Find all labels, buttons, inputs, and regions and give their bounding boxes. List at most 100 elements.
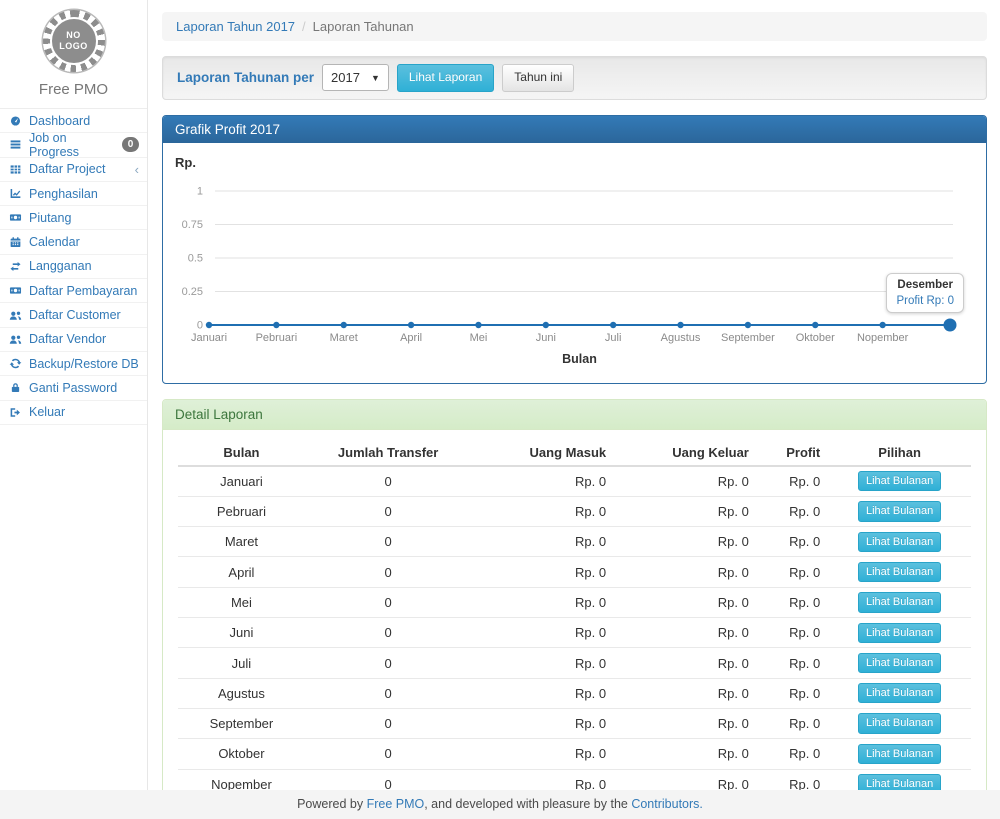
cell-uang-masuk: Rp. 0 — [471, 618, 614, 648]
cell-bulan: Januari — [178, 466, 305, 497]
cell-uang-keluar: Rp. 0 — [614, 678, 757, 708]
lihat-bulanan-button[interactable]: Lihat Bulanan — [858, 562, 941, 582]
chart-point[interactable] — [610, 321, 616, 327]
chart-point[interactable] — [475, 321, 481, 327]
retweet-icon — [8, 260, 23, 273]
sidebar-item-daftar-vendor[interactable]: Daftar Vendor — [0, 328, 147, 352]
cell-profit: Rp. 0 — [757, 527, 828, 557]
cell-profit: Rp. 0 — [757, 496, 828, 526]
calendar-icon — [8, 236, 23, 249]
sidebar-item-backup-restore-db[interactable]: Backup/Restore DB — [0, 352, 147, 376]
tahun-ini-button[interactable]: Tahun ini — [502, 64, 574, 92]
cell-uang-masuk: Rp. 0 — [471, 708, 614, 738]
table-row: Januari0Rp. 0Rp. 0Rp. 0Lihat Bulanan — [178, 466, 971, 497]
sidebar-item-label: Piutang — [29, 211, 71, 225]
lihat-bulanan-button[interactable]: Lihat Bulanan — [858, 471, 941, 491]
lock-icon — [8, 381, 23, 394]
year-select[interactable]: 2017 ▼ — [322, 64, 389, 91]
lihat-bulanan-button[interactable]: Lihat Bulanan — [858, 592, 941, 612]
lihat-bulanan-button[interactable]: Lihat Bulanan — [858, 653, 941, 673]
sidebar-item-calendar[interactable]: Calendar — [0, 230, 147, 254]
chart-point[interactable] — [408, 321, 414, 327]
cell-pilihan: Lihat Bulanan — [828, 708, 971, 738]
year-select-value: 2017 — [331, 70, 360, 85]
col-header-bulan: Bulan — [178, 440, 305, 466]
chart-point[interactable] — [341, 321, 347, 327]
tasks-icon — [8, 138, 23, 151]
sidebar-item-daftar-customer[interactable]: Daftar Customer — [0, 303, 147, 327]
breadcrumb-separator: / — [302, 19, 306, 34]
sidebar-item-keluar[interactable]: Keluar — [0, 401, 147, 425]
cell-uang-masuk: Rp. 0 — [471, 648, 614, 678]
sidebar-item-daftar-pembayaran[interactable]: Daftar Pembayaran — [0, 279, 147, 303]
chart-point[interactable] — [206, 321, 212, 327]
lihat-laporan-button[interactable]: Lihat Laporan — [397, 64, 494, 92]
breadcrumb-current: Laporan Tahunan — [313, 19, 414, 34]
filter-label: Laporan Tahunan per — [177, 70, 314, 85]
cell-uang-masuk: Rp. 0 — [471, 527, 614, 557]
contributors-link[interactable]: Contributors. — [631, 797, 703, 811]
cell-profit: Rp. 0 — [757, 466, 828, 497]
table-row: Mei0Rp. 0Rp. 0Rp. 0Lihat Bulanan — [178, 587, 971, 617]
lihat-bulanan-button[interactable]: Lihat Bulanan — [858, 532, 941, 552]
cell-profit: Rp. 0 — [757, 678, 828, 708]
chart-point[interactable] — [812, 321, 818, 327]
lihat-bulanan-button[interactable]: Lihat Bulanan — [858, 744, 941, 764]
sign-out-icon — [8, 406, 23, 419]
footer-text-middle: , and developed with pleasure by the — [424, 797, 631, 811]
users-icon — [8, 333, 23, 346]
cell-profit: Rp. 0 — [757, 708, 828, 738]
sidebar-item-piutang[interactable]: Piutang — [0, 206, 147, 230]
lihat-bulanan-button[interactable]: Lihat Bulanan — [858, 623, 941, 643]
breadcrumb: Laporan Tahun 2017 / Laporan Tahunan — [162, 12, 987, 41]
sidebar-item-job-on-progress[interactable]: Job on Progress0 — [0, 133, 147, 157]
col-header-profit: Profit — [757, 440, 828, 466]
chart-point[interactable] — [273, 321, 279, 327]
money-icon — [8, 284, 23, 297]
cell-uang-keluar: Rp. 0 — [614, 557, 757, 587]
chart-point[interactable] — [745, 321, 751, 327]
y-axis-tick-label: 1 — [197, 185, 203, 197]
sidebar: NO LOGO Free PMO DashboardJob on Progres… — [0, 0, 148, 790]
cell-bulan: Oktober — [178, 739, 305, 769]
chart-point[interactable] — [677, 321, 683, 327]
sidebar-item-penghasilan[interactable]: Penghasilan — [0, 182, 147, 206]
cell-bulan: Pebruari — [178, 496, 305, 526]
table-row: Agustus0Rp. 0Rp. 0Rp. 0Lihat Bulanan — [178, 678, 971, 708]
lihat-bulanan-button[interactable]: Lihat Bulanan — [858, 501, 941, 521]
cell-uang-masuk: Rp. 0 — [471, 587, 614, 617]
cell-pilihan: Lihat Bulanan — [828, 678, 971, 708]
cell-pilihan: Lihat Bulanan — [828, 466, 971, 497]
sidebar-item-label: Calendar — [29, 235, 80, 249]
lihat-bulanan-button[interactable]: Lihat Bulanan — [858, 774, 941, 790]
cell-uang-keluar: Rp. 0 — [614, 739, 757, 769]
chart-canvas: 00.250.50.751JanuariPebruariMaretAprilMe… — [163, 151, 989, 377]
cell-jumlah-transfer: 0 — [305, 769, 472, 790]
sidebar-item-langganan[interactable]: Langganan — [0, 255, 147, 279]
breadcrumb-link[interactable]: Laporan Tahun 2017 — [176, 19, 295, 34]
x-axis-month-label: Pebruari — [256, 332, 298, 344]
free-pmo-link[interactable]: Free PMO — [367, 797, 425, 811]
lihat-bulanan-button[interactable]: Lihat Bulanan — [858, 683, 941, 703]
cell-jumlah-transfer: 0 — [305, 739, 472, 769]
col-header-uang-masuk: Uang Masuk — [471, 440, 614, 466]
col-header-jumlah-transfer: Jumlah Transfer — [305, 440, 472, 466]
lihat-bulanan-button[interactable]: Lihat Bulanan — [858, 713, 941, 733]
table-row: Pebruari0Rp. 0Rp. 0Rp. 0Lihat Bulanan — [178, 496, 971, 526]
cell-uang-masuk: Rp. 0 — [471, 739, 614, 769]
line-chart-icon — [8, 187, 23, 200]
chart-point[interactable] — [879, 321, 885, 327]
dashboard-icon — [8, 114, 23, 127]
x-axis-month-label: April — [400, 332, 422, 344]
sidebar-item-label: Penghasilan — [29, 187, 98, 201]
chart-point[interactable] — [944, 318, 957, 331]
money-icon — [8, 211, 23, 224]
sidebar-item-ganti-password[interactable]: Ganti Password — [0, 376, 147, 400]
table-header-row: Bulan Jumlah Transfer Uang Masuk Uang Ke… — [178, 440, 971, 466]
chart-point[interactable] — [543, 321, 549, 327]
sidebar-item-label: Langganan — [29, 259, 92, 273]
table-row: Oktober0Rp. 0Rp. 0Rp. 0Lihat Bulanan — [178, 739, 971, 769]
sidebar-item-daftar-project[interactable]: Daftar Project‹ — [0, 158, 147, 182]
cell-jumlah-transfer: 0 — [305, 557, 472, 587]
sidebar-item-dashboard[interactable]: Dashboard — [0, 109, 147, 133]
